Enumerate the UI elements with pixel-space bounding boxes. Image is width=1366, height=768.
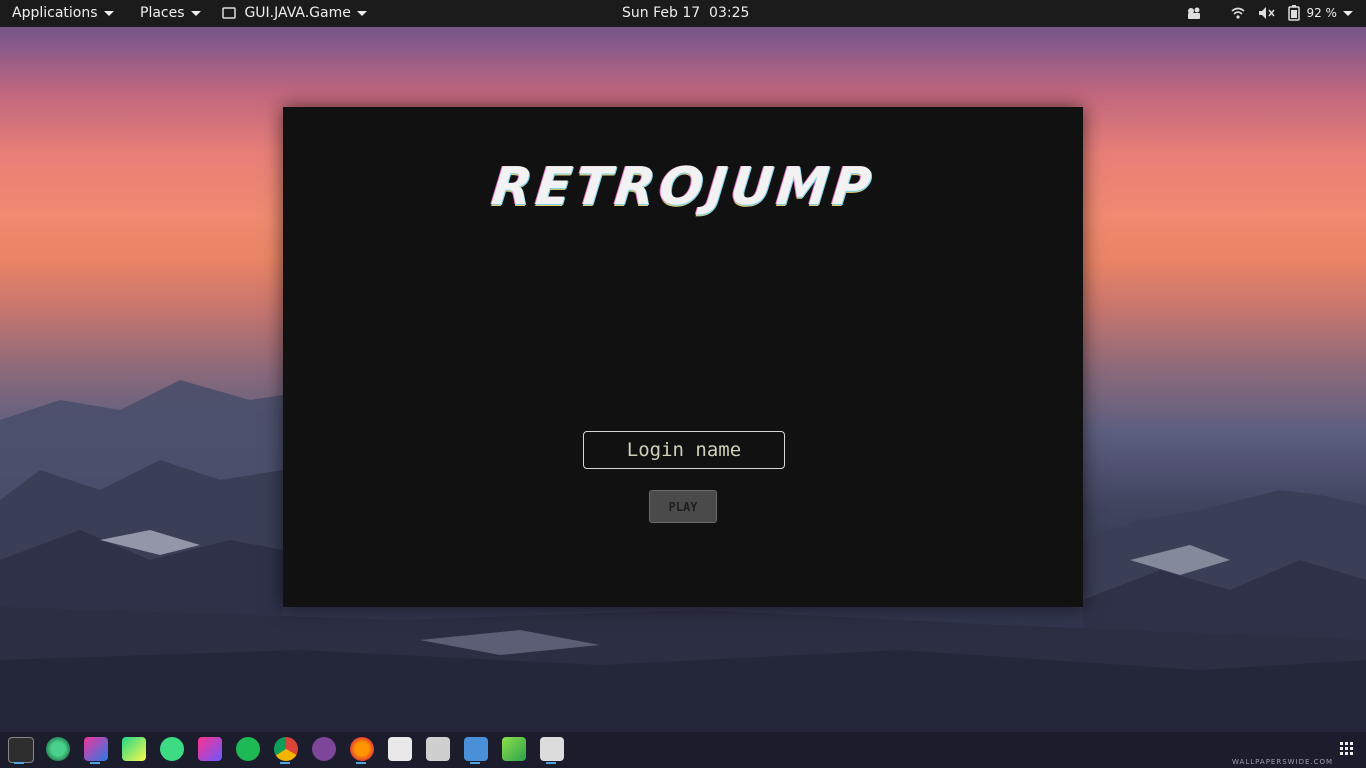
app-name-label: GUI.JAVA.Game — [244, 5, 351, 21]
battery-indicator[interactable]: 92 % — [1288, 0, 1353, 27]
game-title: RETROJUMP — [283, 157, 1083, 217]
top-panel: Applications Places GUI.JAVA.Game Sun Fe… — [0, 0, 1366, 27]
game-window: RETROJUMP PLAY — [283, 107, 1083, 607]
places-label: Places — [140, 5, 185, 21]
window-icon — [222, 7, 236, 19]
wifi-icon — [1231, 7, 1245, 19]
running-indicator — [546, 762, 556, 764]
mail-icon[interactable] — [388, 737, 412, 761]
running-indicator — [14, 762, 24, 764]
text-editor-icon[interactable] — [464, 737, 488, 761]
chrome-icon[interactable] — [274, 737, 298, 761]
running-indicator — [470, 762, 480, 764]
chevron-down-icon — [356, 10, 367, 16]
indicator-icon[interactable] — [1186, 0, 1202, 27]
disk-usage-icon[interactable] — [46, 737, 70, 761]
sublime-icon[interactable] — [502, 737, 526, 761]
pycharm-icon[interactable] — [122, 737, 146, 761]
play-button[interactable]: PLAY — [649, 490, 717, 523]
wallpaper-watermark: WALLPAPERSWIDE.COM — [1232, 758, 1334, 766]
dropbox-icon[interactable] — [426, 737, 450, 761]
camera-icon — [1188, 7, 1200, 19]
login-name-input[interactable] — [583, 431, 785, 469]
clock-label: Sun Feb 17 03:25 — [622, 5, 750, 21]
running-indicator — [90, 762, 100, 764]
show-apps-icon[interactable] — [1340, 742, 1354, 756]
game-title-text: RETROJUMP — [488, 157, 878, 217]
jetbrains-toolbox-icon[interactable] — [198, 737, 222, 761]
dock — [0, 732, 1366, 768]
places-menu[interactable]: Places — [140, 0, 201, 27]
firefox-icon[interactable] — [350, 737, 374, 761]
battery-icon — [1288, 5, 1300, 21]
battery-percent: 92 % — [1306, 6, 1337, 20]
terminal-icon[interactable] — [8, 737, 34, 763]
applications-menu[interactable]: Applications — [12, 0, 114, 27]
files-icon[interactable] — [540, 737, 564, 761]
app-menu[interactable]: GUI.JAVA.Game — [222, 0, 367, 27]
tor-icon[interactable] — [312, 737, 336, 761]
applications-label: Applications — [12, 5, 98, 21]
volume-muted-icon — [1259, 7, 1275, 19]
chevron-down-icon — [190, 10, 201, 16]
clock[interactable]: Sun Feb 17 03:25 — [622, 0, 749, 27]
volume-indicator[interactable] — [1258, 0, 1276, 27]
intellij-icon[interactable] — [84, 737, 108, 761]
android-studio-icon[interactable] — [160, 737, 184, 761]
chevron-down-icon — [103, 10, 114, 16]
running-indicator — [280, 762, 290, 764]
running-indicator — [356, 762, 366, 764]
wifi-indicator[interactable] — [1230, 0, 1246, 27]
spotify-icon[interactable] — [236, 737, 260, 761]
chevron-down-icon — [1342, 10, 1353, 16]
